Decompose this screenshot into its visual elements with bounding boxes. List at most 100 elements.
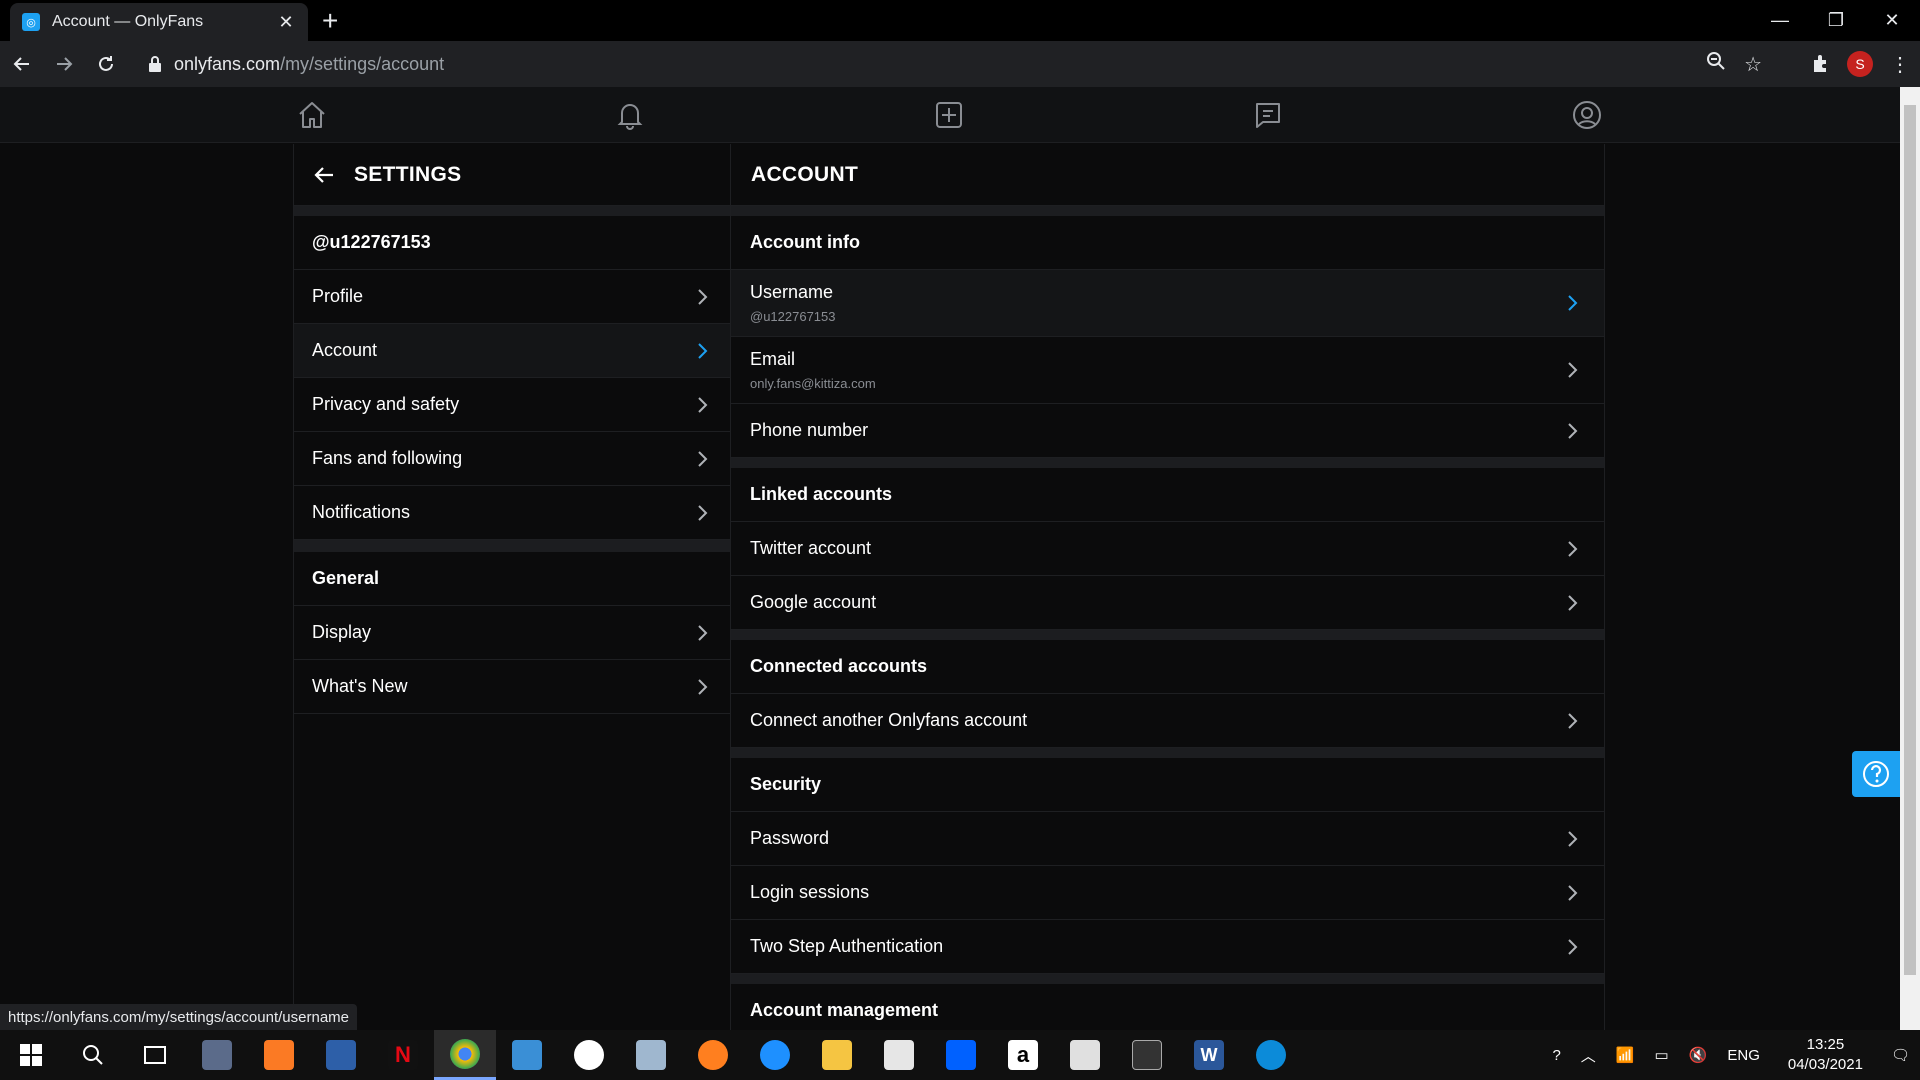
phone-number-item[interactable]: Phone number [731, 404, 1604, 458]
back-icon[interactable] [2, 44, 42, 84]
lock-icon [149, 56, 161, 72]
network-icon[interactable]: 📶 [1616, 1046, 1635, 1064]
word-icon[interactable]: W [1178, 1030, 1240, 1080]
chevron-right-icon [1568, 594, 1578, 611]
settings-item-whats-new[interactable]: What's New [294, 660, 730, 714]
browser-tab[interactable]: ◎ Account — OnlyFans ✕ [10, 3, 308, 41]
section-general: General [294, 552, 730, 606]
chrome-icon[interactable] [434, 1030, 496, 1080]
battery-icon[interactable]: ▭ [1654, 1046, 1668, 1064]
terminal-icon[interactable] [1116, 1030, 1178, 1080]
settings-item-profile[interactable]: Profile [294, 270, 730, 324]
edge-legacy-icon[interactable] [744, 1030, 806, 1080]
netflix-icon[interactable]: N [372, 1030, 434, 1080]
page-content: SETTINGS @u122767153 Profile Account Pri… [0, 87, 1900, 1030]
username-value: @u122767153 [750, 309, 836, 324]
reload-icon[interactable] [86, 44, 126, 84]
close-window-icon[interactable]: ✕ [1864, 0, 1920, 40]
help-question-icon [1863, 761, 1889, 787]
scrollbar-thumb[interactable] [1904, 105, 1916, 975]
email-value: only.fans@kittiza.com [750, 376, 876, 391]
settings-item-notifications[interactable]: Notifications [294, 486, 730, 540]
url-text: onlyfans.com/my/settings/account [174, 53, 445, 74]
twitter-account-item[interactable]: Twitter account [731, 522, 1604, 576]
clock[interactable]: 13:25 04/03/2021 [1788, 1035, 1863, 1075]
bookmark-star-icon[interactable]: ☆ [1744, 52, 1762, 77]
notifications-bell-icon[interactable] [613, 98, 647, 132]
browser-toolbar: onlyfans.com/my/settings/account ☆ S ⋮ [0, 41, 1920, 87]
account-panel: ACCOUNT Account info Username @u12276715… [731, 144, 1605, 1030]
onlyfans-favicon-icon: ◎ [22, 13, 40, 31]
settings-item-fans[interactable]: Fans and following [294, 432, 730, 486]
chevron-right-icon [1568, 884, 1578, 901]
language-indicator[interactable]: ENG [1727, 1047, 1760, 1064]
divider [731, 458, 1604, 468]
app-icon-8[interactable] [682, 1030, 744, 1080]
skype-icon[interactable] [558, 1030, 620, 1080]
user-handle: @u122767153 [294, 216, 730, 270]
divider [731, 974, 1604, 984]
password-item[interactable]: Password [731, 812, 1604, 866]
help-tray-icon[interactable]: ? [1552, 1047, 1560, 1064]
help-button[interactable] [1852, 751, 1900, 797]
section-connected-accounts: Connected accounts [731, 640, 1604, 694]
account-header: ACCOUNT [731, 144, 1604, 206]
task-view-icon[interactable] [124, 1030, 186, 1080]
forward-icon[interactable] [44, 44, 84, 84]
divider [731, 630, 1604, 640]
app-icon-3[interactable] [310, 1030, 372, 1080]
chevron-right-icon [1568, 540, 1578, 557]
search-icon[interactable] [62, 1030, 124, 1080]
google-account-item[interactable]: Google account [731, 576, 1604, 630]
user-profile-icon[interactable] [1570, 98, 1604, 132]
extensions-icon[interactable] [1800, 44, 1840, 84]
chevron-up-icon[interactable]: ︿ [1581, 1045, 1596, 1066]
chevron-right-icon [698, 678, 708, 695]
settings-menu-panel: SETTINGS @u122767153 Profile Account Pri… [293, 144, 731, 1030]
windows-start-icon[interactable] [0, 1030, 62, 1080]
settings-item-privacy[interactable]: Privacy and safety [294, 378, 730, 432]
email-item[interactable]: Email only.fans@kittiza.com [731, 337, 1604, 404]
app-icon-1[interactable] [186, 1030, 248, 1080]
restore-icon[interactable]: ❐ [1808, 0, 1864, 40]
app-icon-5[interactable] [496, 1030, 558, 1080]
status-bar-url: https://onlyfans.com/my/settings/account… [0, 1004, 357, 1030]
site-top-nav [0, 87, 1900, 143]
connect-another-account-item[interactable]: Connect another Onlyfans account [731, 694, 1604, 748]
new-tab-icon[interactable]: + [322, 6, 338, 36]
page-scrollbar[interactable] [1900, 87, 1920, 1030]
home-icon[interactable] [295, 98, 329, 132]
chevron-right-icon [1568, 362, 1578, 378]
zoom-icon[interactable] [1706, 51, 1726, 77]
settings-item-account[interactable]: Account [294, 324, 730, 378]
back-arrow-icon[interactable] [312, 163, 336, 187]
messages-icon[interactable] [1251, 98, 1285, 132]
amazon-icon[interactable]: a [992, 1030, 1054, 1080]
chevron-right-icon [698, 624, 708, 641]
account-title: ACCOUNT [751, 162, 859, 186]
settings-item-display[interactable]: Display [294, 606, 730, 660]
mail-icon[interactable] [1054, 1030, 1116, 1080]
edge-icon[interactable] [1240, 1030, 1302, 1080]
store-icon[interactable] [868, 1030, 930, 1080]
dropbox-icon[interactable] [930, 1030, 992, 1080]
login-sessions-item[interactable]: Login sessions [731, 866, 1604, 920]
file-explorer-icon[interactable] [806, 1030, 868, 1080]
username-item[interactable]: Username @u122767153 [731, 270, 1604, 337]
two-step-authentication-item[interactable]: Two Step Authentication [731, 920, 1604, 974]
profile-avatar[interactable]: S [1840, 44, 1880, 84]
menu-icon[interactable]: ⋮ [1880, 44, 1920, 84]
add-post-icon[interactable] [932, 98, 966, 132]
minimize-icon[interactable]: — [1752, 0, 1808, 40]
notification-center-icon[interactable]: 🗨 [1891, 1046, 1910, 1064]
app-icon-7[interactable] [620, 1030, 682, 1080]
address-bar[interactable]: onlyfans.com/my/settings/account ☆ [138, 46, 1768, 82]
section-security: Security [731, 758, 1604, 812]
chevron-right-icon [1568, 712, 1578, 729]
xampp-icon[interactable] [248, 1030, 310, 1080]
browser-tabbar: ◎ Account — OnlyFans ✕ + — ❐ ✕ [0, 0, 1920, 41]
chevron-right-icon [698, 288, 708, 305]
close-tab-icon[interactable]: ✕ [276, 12, 296, 33]
volume-muted-icon[interactable]: 🔇 [1689, 1046, 1708, 1064]
windows-taskbar: N a W ? ︿ 📶 ▭ 🔇 ENG 13:25 04/03/2021 🗨 [0, 1030, 1920, 1080]
